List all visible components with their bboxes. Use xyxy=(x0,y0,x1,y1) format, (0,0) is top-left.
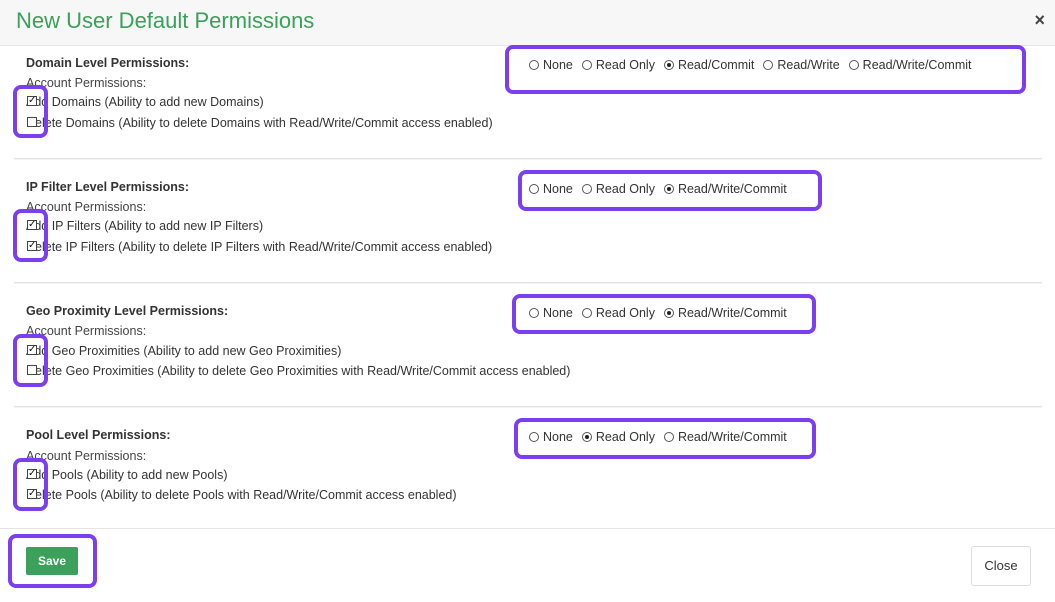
dialog-header: New User Default Permissions × xyxy=(0,0,1055,46)
ipfilter-checkbox-highlight xyxy=(13,209,48,262)
ipfilter-delete-label: Delete IP Filters (Ability to delete IP … xyxy=(26,240,493,254)
geoproximity-delete-label: Delete Geo Proximities (Ability to delet… xyxy=(26,364,571,378)
ipfilter-section-title: IP Filter Level Permissions: xyxy=(26,180,190,194)
domain-delete-label: Delete Domains (Ability to delete Domain… xyxy=(26,116,493,130)
save-button-highlight xyxy=(8,534,97,588)
pool-radio-highlight xyxy=(514,418,816,459)
geoproximity-section-title: Geo Proximity Level Permissions: xyxy=(26,304,229,318)
section-divider xyxy=(14,406,1042,408)
geoproximity-add-label: Add Geo Proximities (Ability to add new … xyxy=(26,344,342,358)
pool-section-title: Pool Level Permissions: xyxy=(26,428,171,442)
section-divider xyxy=(14,282,1042,284)
dialog-title: New User Default Permissions xyxy=(16,8,315,33)
domain-radio-highlight xyxy=(505,45,1026,94)
geoproximity-checkbox-highlight xyxy=(13,334,48,387)
pool-checkbox-highlight xyxy=(13,458,48,511)
domain-section-title: Domain Level Permissions: xyxy=(26,56,190,70)
pool-add-label: Add Pools (Ability to add new Pools) xyxy=(26,468,228,482)
section-divider xyxy=(14,158,1042,160)
footer-divider xyxy=(0,528,1055,529)
ipfilter-add-label: Add IP Filters (Ability to add new IP Fi… xyxy=(26,219,264,233)
pool-delete-label: Delete Pools (Ability to delete Pools wi… xyxy=(26,488,457,502)
ipfilter-radio-highlight xyxy=(518,170,822,211)
geoproximity-radio-highlight xyxy=(512,294,816,334)
domain-checkbox-highlight xyxy=(13,85,48,138)
close-button[interactable]: Close xyxy=(971,546,1031,586)
domain-add-label: Add Domains (Ability to add new Domains) xyxy=(26,95,264,109)
close-icon[interactable]: × xyxy=(1034,10,1045,31)
